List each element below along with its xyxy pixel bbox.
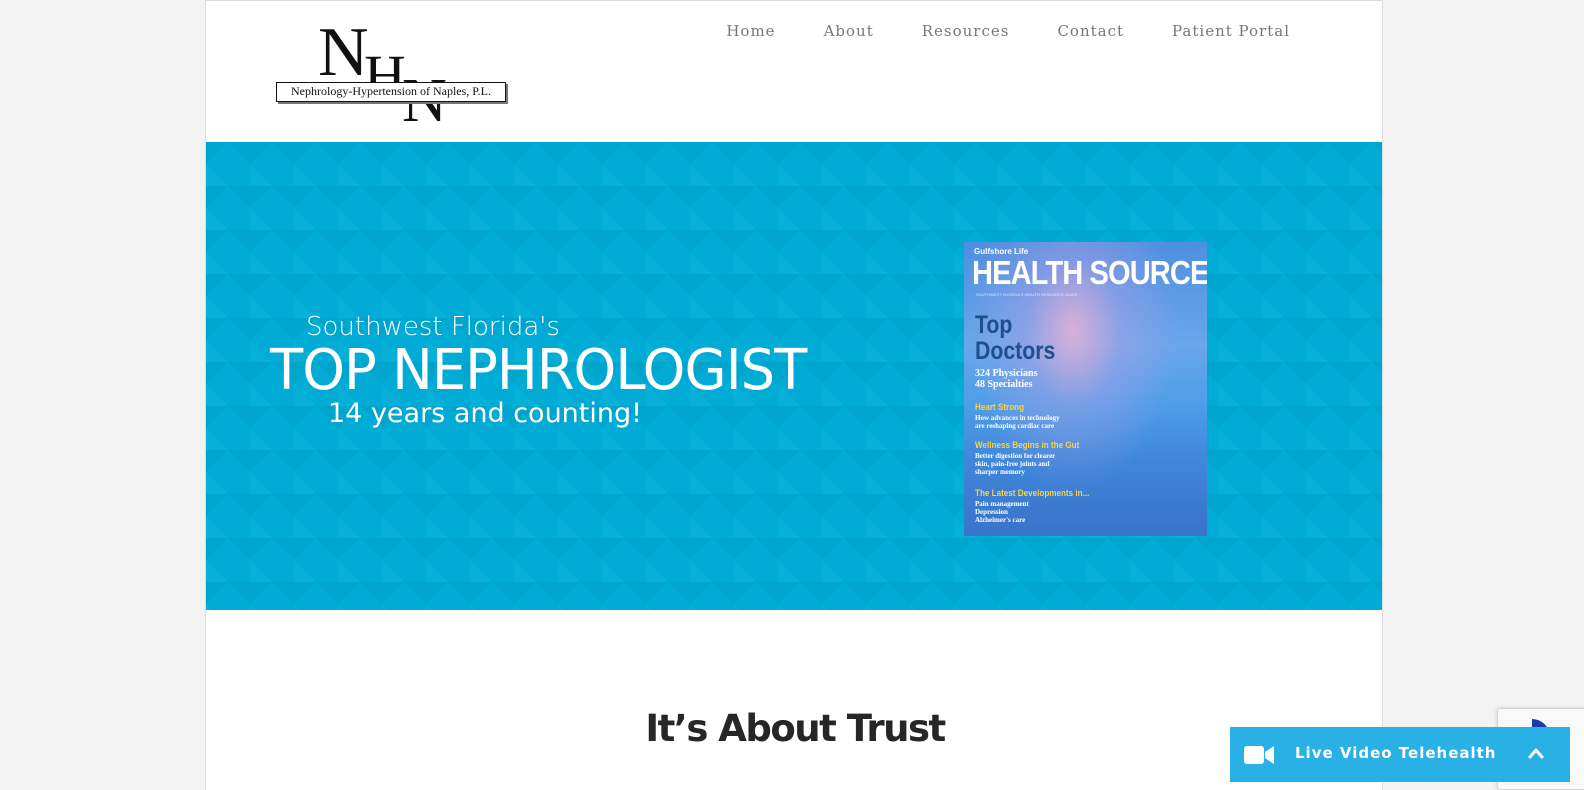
cover-story-line: skin, pain-free joints and xyxy=(975,460,1050,468)
cover-story-line: Pain management xyxy=(975,500,1029,508)
cover-story-text: How advances in technology are reshaping… xyxy=(975,414,1060,430)
nav-contact[interactable]: Contact xyxy=(1057,20,1124,42)
cover-story-line: are reshaping cardiac care xyxy=(975,422,1055,430)
cover-story-headline: Heart Strong xyxy=(975,402,1025,412)
section-heading: It’s About Trust xyxy=(645,707,946,750)
site-header: N H N Nephrology-Hypertension of Naples,… xyxy=(206,1,1382,142)
cover-stat: 324 Physicians xyxy=(975,368,1038,379)
chevron-up-icon[interactable] xyxy=(1528,747,1544,759)
cover-feature-line: Top xyxy=(975,311,1013,339)
cover-tagline: SOUTHWEST FLORIDA'S HEALTH RESOURCE GUID… xyxy=(976,292,1078,297)
cover-story-text: Better digestion for clearer skin, pain-… xyxy=(975,452,1055,476)
logo-monogram: N H N xyxy=(318,15,447,127)
cover-feature: Top Doctors xyxy=(975,312,1055,364)
hero-banner: Southwest Florida's TOP NEPHROLOGIST 14 … xyxy=(206,142,1382,610)
cover-story-headline: Wellness Begins in the Gut xyxy=(975,440,1080,450)
cover-stat: 48 Specialties xyxy=(975,379,1033,390)
cover-story-text: Pain management Depression Alzheimer's c… xyxy=(975,500,1029,524)
nav-patient-portal[interactable]: Patient Portal xyxy=(1172,20,1290,42)
cover-story-line: Alzheimer's care xyxy=(975,516,1026,524)
telehealth-label: Live Video Telehealth xyxy=(1295,744,1497,762)
telehealth-widget[interactable]: Live Video Telehealth xyxy=(1230,727,1570,782)
hero-title: TOP NEPHROLOGIST xyxy=(270,338,807,403)
cover-masthead: HEALTH SOURCE xyxy=(972,254,1207,291)
nav-home[interactable]: Home xyxy=(726,20,775,42)
cover-story-line: Better digestion for clearer xyxy=(975,452,1056,460)
cover-stats: 324 Physicians 48 Specialties xyxy=(975,368,1038,390)
nav-about[interactable]: About xyxy=(824,20,874,42)
video-camera-icon xyxy=(1244,746,1274,764)
logo-letter-n1: N xyxy=(318,15,369,91)
site-logo[interactable]: N H N Nephrology-Hypertension of Naples,… xyxy=(276,15,506,127)
cover-story-line: sharper memory xyxy=(975,468,1025,476)
logo-caption: Nephrology-Hypertension of Naples, P.L. xyxy=(276,82,506,102)
nav-resources[interactable]: Resources xyxy=(922,20,1010,42)
cover-story-headline: The Latest Developments in... xyxy=(975,488,1090,498)
cover-story-line: Depression xyxy=(975,508,1008,516)
magazine-cover-image: Gulfshore Life HEALTH SOURCE SOUTHWEST F… xyxy=(964,242,1207,536)
hero-subtitle: 14 years and counting! xyxy=(328,398,642,429)
page-container: N H N Nephrology-Hypertension of Naples,… xyxy=(205,0,1383,790)
cover-feature-line: Doctors xyxy=(975,337,1056,365)
main-nav: Home About Resources Contact Patient Por… xyxy=(726,20,1290,42)
cover-story-line: How advances in technology xyxy=(975,414,1060,422)
